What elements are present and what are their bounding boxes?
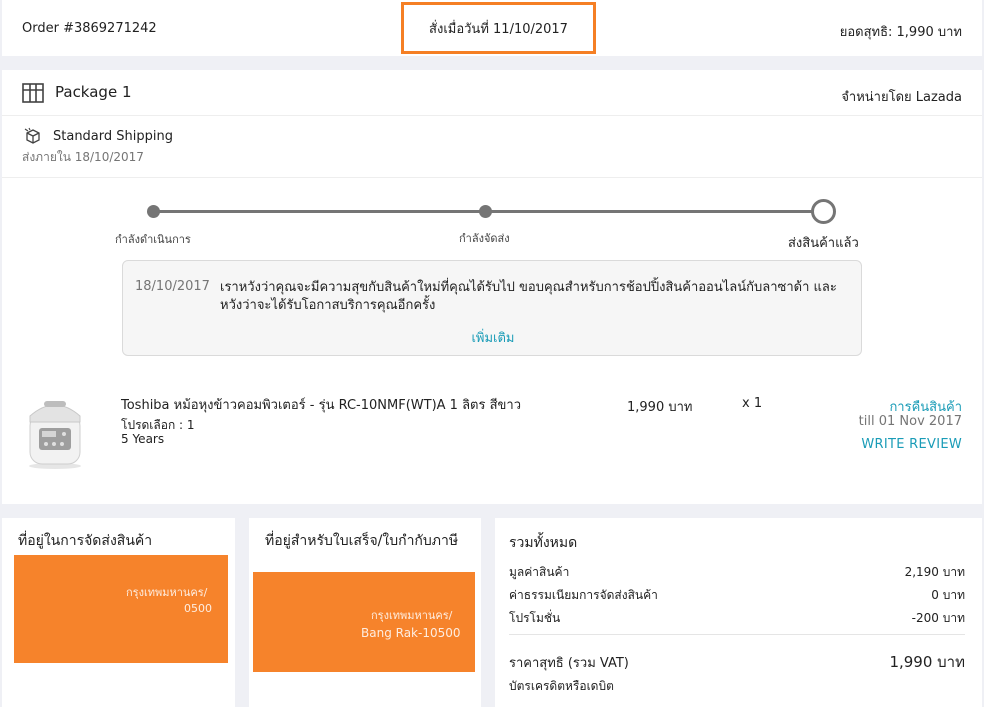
tracking-step-label-delivered: ส่งสินค้าแล้ว bbox=[788, 236, 859, 251]
address-fragment: กรุงเทพมหานคร/ bbox=[126, 586, 208, 599]
order-number: Order #3869271242 bbox=[22, 21, 157, 36]
message-date: 18/10/2017 bbox=[135, 279, 210, 294]
summary-row-promotion: โปรโมชั่น -200 บาท bbox=[509, 609, 965, 628]
shipping-method: Standard Shipping bbox=[53, 129, 173, 144]
tracking-step-label-shipping: กำลังจัดส่ง bbox=[459, 232, 510, 245]
shipping-address-card: ที่อยู่ในการจัดส่งสินค้า กรุงเทพมหานคร/ … bbox=[2, 518, 235, 707]
more-link[interactable]: เพิ่มเติม bbox=[123, 327, 863, 348]
billing-address-title: ที่อยู่สำหรับใบเสร็จ/ใบกำกับภาษี bbox=[265, 533, 459, 549]
order-date-highlight: สั่งเมื่อวันที่ 11/10/2017 bbox=[401, 2, 596, 54]
grand-total-label: ราคาสุทธิ (รวม VAT) bbox=[509, 656, 629, 671]
billing-address-card: ที่อยู่สำหรับใบเสร็จ/ใบกำกับภาษี กรุงเทพ… bbox=[249, 518, 481, 707]
order-header: Order #3869271242 สั่งเมื่อวันที่ 11/10/… bbox=[2, 0, 982, 56]
redacted-address: กรุงเทพมหานคร/ Bang Rak-10500 bbox=[253, 572, 475, 672]
tracking-message-box: 18/10/2017 เราหวังว่าคุณจะมีความสุขกับสิ… bbox=[122, 260, 862, 356]
grand-total-value: 1,990 บาท bbox=[889, 653, 965, 671]
product-quantity: x 1 bbox=[742, 396, 763, 411]
summary-title: รวมทั้งหมด bbox=[509, 535, 578, 551]
order-net-total: ยอดสุทธิ: 1,990 บาท bbox=[839, 25, 962, 40]
address-fragment: 0500 bbox=[184, 602, 212, 615]
tracking-step-dot-processing bbox=[147, 205, 160, 218]
payment-method: บัตรเครดิตหรือเดบิต bbox=[509, 679, 614, 693]
tracking-step-label-processing: กำลังดำเนินการ bbox=[115, 233, 191, 246]
summary-divider bbox=[509, 634, 965, 635]
summary-value: -200 บาท bbox=[911, 611, 965, 625]
tracking-step-dot-shipping bbox=[479, 205, 492, 218]
package-box-icon bbox=[22, 83, 44, 103]
return-deadline: till 01 Nov 2017 bbox=[858, 414, 962, 429]
redacted-address: กรุงเทพมหานคร/ 0500 bbox=[14, 555, 228, 663]
order-date: สั่งเมื่อวันที่ 11/10/2017 bbox=[429, 21, 568, 37]
product-name[interactable]: Toshiba หม้อหุงข้าวคอมพิวเตอร์ - รุ่น RC… bbox=[121, 394, 521, 415]
product-warranty: 5 Years bbox=[121, 432, 165, 446]
package-card: Package 1 จำหน่ายโดย Lazada Standard Shi… bbox=[2, 70, 982, 504]
shipping-address-title: ที่อยู่ในการจัดส่งสินค้า bbox=[18, 533, 153, 549]
delivery-date: ส่งภายใน 18/10/2017 bbox=[22, 150, 144, 164]
package-title: Package 1 bbox=[55, 83, 132, 101]
summary-value: 2,190 บาท bbox=[904, 565, 965, 579]
write-review-link[interactable]: WRITE REVIEW bbox=[861, 437, 962, 452]
summary-label: มูลค่าสินค้า bbox=[509, 565, 570, 579]
summary-grand-total: ราคาสุทธิ (รวม VAT) 1,990 บาท bbox=[509, 652, 965, 673]
address-fragment: Bang Rak-10500 bbox=[361, 626, 461, 640]
summary-label: ค่าธรรมเนียมการจัดส่งสินค้า bbox=[509, 588, 658, 602]
package-seller: จำหน่ายโดย Lazada bbox=[841, 90, 962, 105]
summary-row-shipping-fee: ค่าธรรมเนียมการจัดส่งสินค้า 0 บาท bbox=[509, 586, 965, 605]
message-text: เราหวังว่าคุณจะมีความสุขกับสินค้าใหม่ที่… bbox=[220, 280, 837, 313]
rice-cooker-product-image[interactable] bbox=[24, 392, 86, 470]
shipping-box-icon bbox=[24, 127, 40, 144]
order-summary-card: รวมทั้งหมด มูลค่าสินค้า 2,190 บาท ค่าธรร… bbox=[495, 518, 982, 707]
product-price: 1,990 บาท bbox=[627, 400, 693, 415]
shipping-info: Standard Shipping ส่งภายใน 18/10/2017 bbox=[2, 116, 982, 178]
summary-row-subtotal: มูลค่าสินค้า 2,190 บาท bbox=[509, 563, 965, 582]
summary-label: โปรโมชั่น bbox=[509, 611, 561, 625]
package-header: Package 1 จำหน่ายโดย Lazada bbox=[2, 70, 982, 116]
tracking-step-dot-delivered bbox=[811, 199, 836, 224]
summary-value: 0 บาท bbox=[931, 588, 965, 602]
address-fragment: กรุงเทพมหานคร/ bbox=[371, 609, 453, 622]
